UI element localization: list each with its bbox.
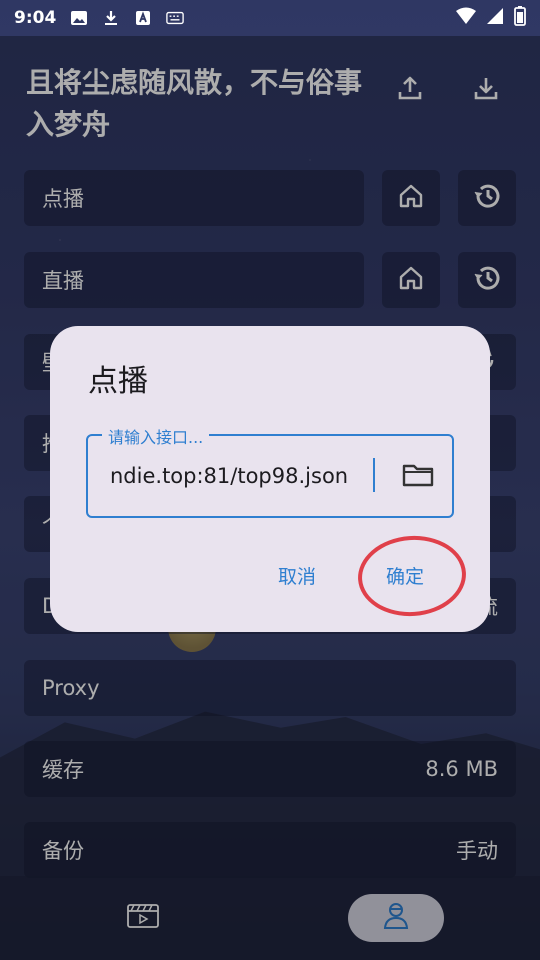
battery-icon — [514, 5, 526, 31]
url-input-value[interactable]: ndie.top:81/top98.json — [110, 464, 380, 488]
keyboard-a-icon — [134, 9, 152, 27]
choose-file-button[interactable] — [398, 460, 438, 494]
keyboard-icon — [166, 9, 185, 27]
image-icon — [70, 9, 88, 27]
signal-icon — [486, 7, 504, 30]
vod-url-dialog: 点播 请输入接口... ndie.top:81/top98.json 取消 确定 — [50, 326, 490, 632]
text-caret — [373, 458, 375, 492]
cancel-button[interactable]: 取消 — [278, 562, 316, 589]
url-input-label: 请输入接口... — [102, 424, 210, 448]
status-time: 9:04 — [14, 8, 57, 28]
dialog-title: 点播 — [88, 364, 148, 399]
annotation-circle — [355, 532, 469, 620]
wifi-icon — [456, 7, 476, 30]
status-bar: 9:04 — [0, 0, 540, 36]
folder-icon — [402, 462, 434, 492]
download-icon — [102, 9, 120, 27]
